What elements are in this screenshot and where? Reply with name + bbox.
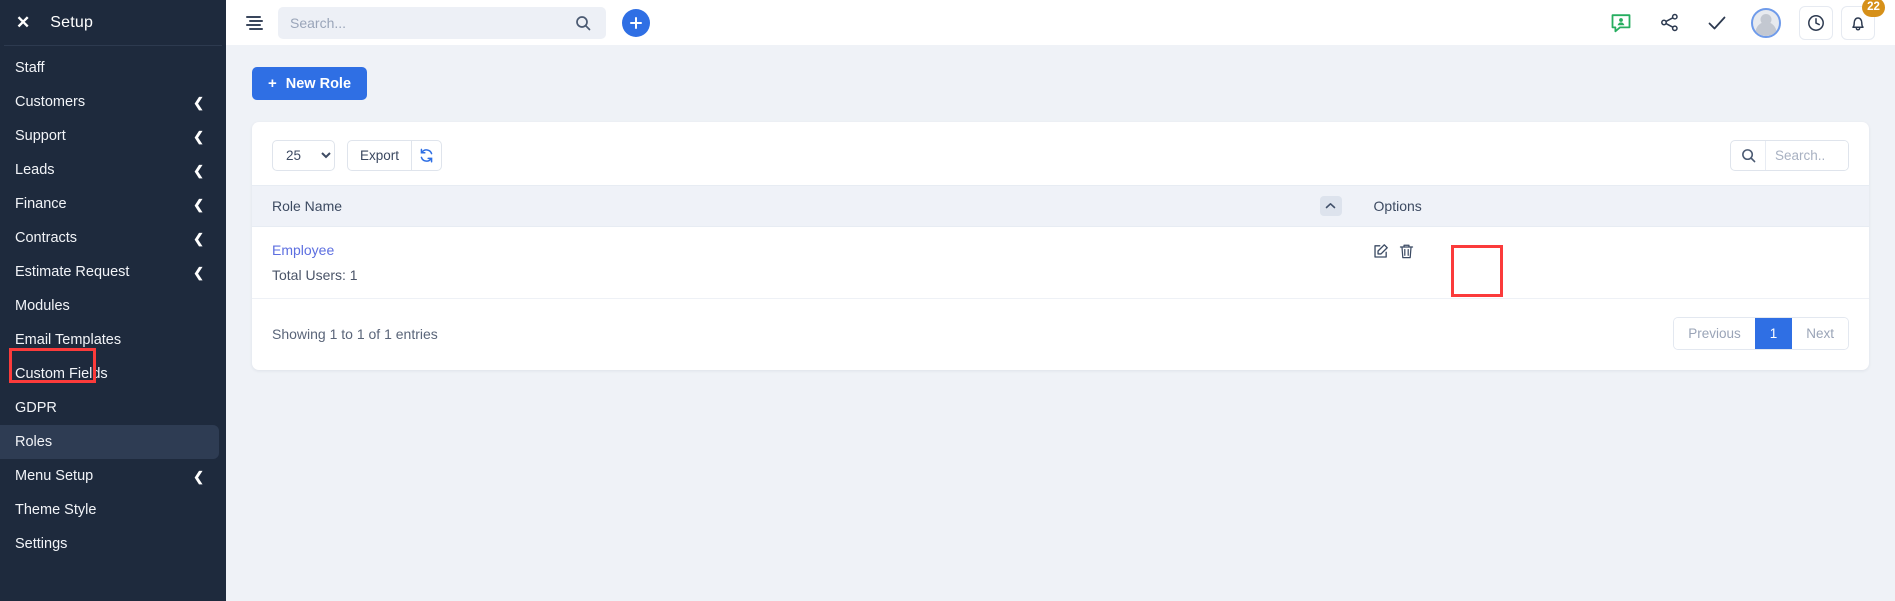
export-button[interactable]: Export xyxy=(347,140,412,171)
sidebar-item-estimate-request[interactable]: Estimate Request ❮ xyxy=(0,255,226,289)
roles-table: Role Name Options Employee Total Users: … xyxy=(252,185,1869,299)
close-icon[interactable]: ✕ xyxy=(16,14,30,31)
clock-icon[interactable] xyxy=(1799,5,1833,40)
content-area: + New Role 25 50 100 Export xyxy=(226,45,1895,601)
main-area: 22 + New Role 25 50 100 Export xyxy=(226,0,1895,601)
avatar-body xyxy=(1755,21,1777,36)
sidebar-item-roles[interactable]: Roles xyxy=(0,425,219,459)
sidebar-item-label: Modules xyxy=(15,298,70,314)
share-icon[interactable] xyxy=(1645,3,1693,43)
table-body: Employee Total Users: 1 xyxy=(252,226,1869,299)
sidebar-item-label: Leads xyxy=(15,162,55,178)
sidebar-item-leads[interactable]: Leads ❮ xyxy=(0,153,226,187)
new-role-button[interactable]: + New Role xyxy=(252,67,368,100)
table-footer: Showing 1 to 1 of 1 entries Previous 1 N… xyxy=(252,299,1869,370)
search-input[interactable] xyxy=(290,14,572,31)
table-row: Employee Total Users: 1 xyxy=(252,226,1869,299)
sidebar-item-custom-fields[interactable]: Custom Fields xyxy=(0,357,226,391)
page-length-select[interactable]: 25 50 100 xyxy=(272,140,335,171)
chevron-left-icon: ❮ xyxy=(193,162,204,178)
chevron-left-icon: ❮ xyxy=(193,128,204,144)
sidebar-item-customers[interactable]: Customers ❮ xyxy=(0,85,226,119)
sidebar-item-label: Menu Setup xyxy=(15,468,94,484)
sidebar-item-settings[interactable]: Settings xyxy=(0,527,226,561)
role-name-link[interactable]: Employee xyxy=(272,242,334,258)
sidebar-item-label: Support xyxy=(15,128,66,144)
sidebar-item-label: Estimate Request xyxy=(15,264,130,280)
plus-icon: + xyxy=(268,75,277,92)
search-icon[interactable] xyxy=(572,12,594,34)
trash-icon[interactable] xyxy=(1398,243,1415,260)
top-bar: 22 xyxy=(226,0,1895,45)
sidebar-item-staff[interactable]: Staff xyxy=(0,51,226,85)
notification-badge: 22 xyxy=(1862,0,1885,17)
sidebar-title: Setup xyxy=(50,13,94,31)
add-new-button[interactable] xyxy=(622,8,650,37)
sidebar-item-contracts[interactable]: Contracts ❮ xyxy=(0,221,226,255)
topbar-icon-group: 22 xyxy=(1597,0,1885,43)
chevron-left-icon: ❮ xyxy=(193,196,204,212)
roles-table-card: 25 50 100 Export xyxy=(252,122,1869,370)
check-icon[interactable] xyxy=(1693,3,1741,43)
total-users-text: Total Users: 1 xyxy=(272,267,358,283)
sidebar-item-label: GDPR xyxy=(15,400,57,416)
table-header-row: Role Name Options xyxy=(252,185,1869,227)
cell-role-name: Employee Total Users: 1 xyxy=(252,226,1352,299)
entries-info: Showing 1 to 1 of 1 entries xyxy=(272,325,438,342)
sidebar-item-label: Customers xyxy=(15,94,86,110)
sidebar-item-gdpr[interactable]: GDPR xyxy=(0,391,226,425)
sidebar-item-finance[interactable]: Finance ❮ xyxy=(0,187,226,221)
edit-icon[interactable] xyxy=(1372,243,1389,260)
sidebar-item-label: Custom Fields xyxy=(15,366,108,382)
table-head: Role Name Options xyxy=(252,185,1869,227)
chevron-left-icon: ❮ xyxy=(193,264,204,280)
avatar[interactable] xyxy=(1751,7,1781,38)
bell-icon[interactable]: 22 xyxy=(1841,0,1885,40)
pagination-page-1[interactable]: 1 xyxy=(1754,318,1793,349)
column-label: Role Name xyxy=(272,198,343,214)
chevron-up-icon[interactable] xyxy=(1319,196,1342,216)
chevron-left-icon: ❮ xyxy=(193,230,204,246)
table-search-input[interactable] xyxy=(1766,141,1848,170)
row-actions xyxy=(1372,242,1869,260)
sidebar-item-modules[interactable]: Modules xyxy=(0,289,226,323)
sidebar-item-support[interactable]: Support ❮ xyxy=(0,119,226,153)
hamburger-icon[interactable] xyxy=(240,9,268,37)
sidebar-item-menu-setup[interactable]: Menu Setup ❮ xyxy=(0,459,226,493)
sidebar-item-theme-style[interactable]: Theme Style xyxy=(0,493,226,527)
sidebar: ✕ Setup Staff Customers ❮ Support ❮ Lead… xyxy=(0,0,226,601)
refresh-icon[interactable] xyxy=(411,140,443,171)
column-header-role-name[interactable]: Role Name xyxy=(252,185,1352,227)
column-label: Options xyxy=(1373,198,1422,214)
pagination-previous[interactable]: Previous xyxy=(1674,318,1755,349)
global-search[interactable] xyxy=(278,6,606,39)
column-header-options: Options xyxy=(1351,185,1869,227)
sidebar-item-label: Roles xyxy=(15,434,53,450)
search-icon[interactable] xyxy=(1731,141,1766,170)
table-toolbar: 25 50 100 Export xyxy=(252,122,1869,185)
sidebar-item-email-templates[interactable]: Email Templates xyxy=(0,323,226,357)
table-search[interactable] xyxy=(1730,140,1849,171)
sidebar-item-label: Theme Style xyxy=(15,502,97,518)
chat-contact-icon[interactable] xyxy=(1597,3,1645,43)
sidebar-item-label: Contracts xyxy=(15,230,78,246)
sidebar-nav: Staff Customers ❮ Support ❮ Leads ❮ Fina… xyxy=(0,46,226,561)
export-button-group: Export xyxy=(347,140,443,171)
sidebar-item-label: Staff xyxy=(15,60,45,76)
pagination-next[interactable]: Next xyxy=(1792,318,1848,349)
chevron-left-icon: ❮ xyxy=(193,468,204,484)
new-role-label: New Role xyxy=(285,75,352,92)
chevron-left-icon: ❮ xyxy=(193,94,204,110)
sidebar-item-label: Settings xyxy=(15,536,68,552)
sidebar-item-label: Email Templates xyxy=(15,332,122,348)
pagination: Previous 1 Next xyxy=(1673,317,1849,350)
sidebar-header: ✕ Setup xyxy=(0,0,226,45)
sidebar-item-label: Finance xyxy=(15,196,67,212)
cell-options xyxy=(1351,226,1869,299)
